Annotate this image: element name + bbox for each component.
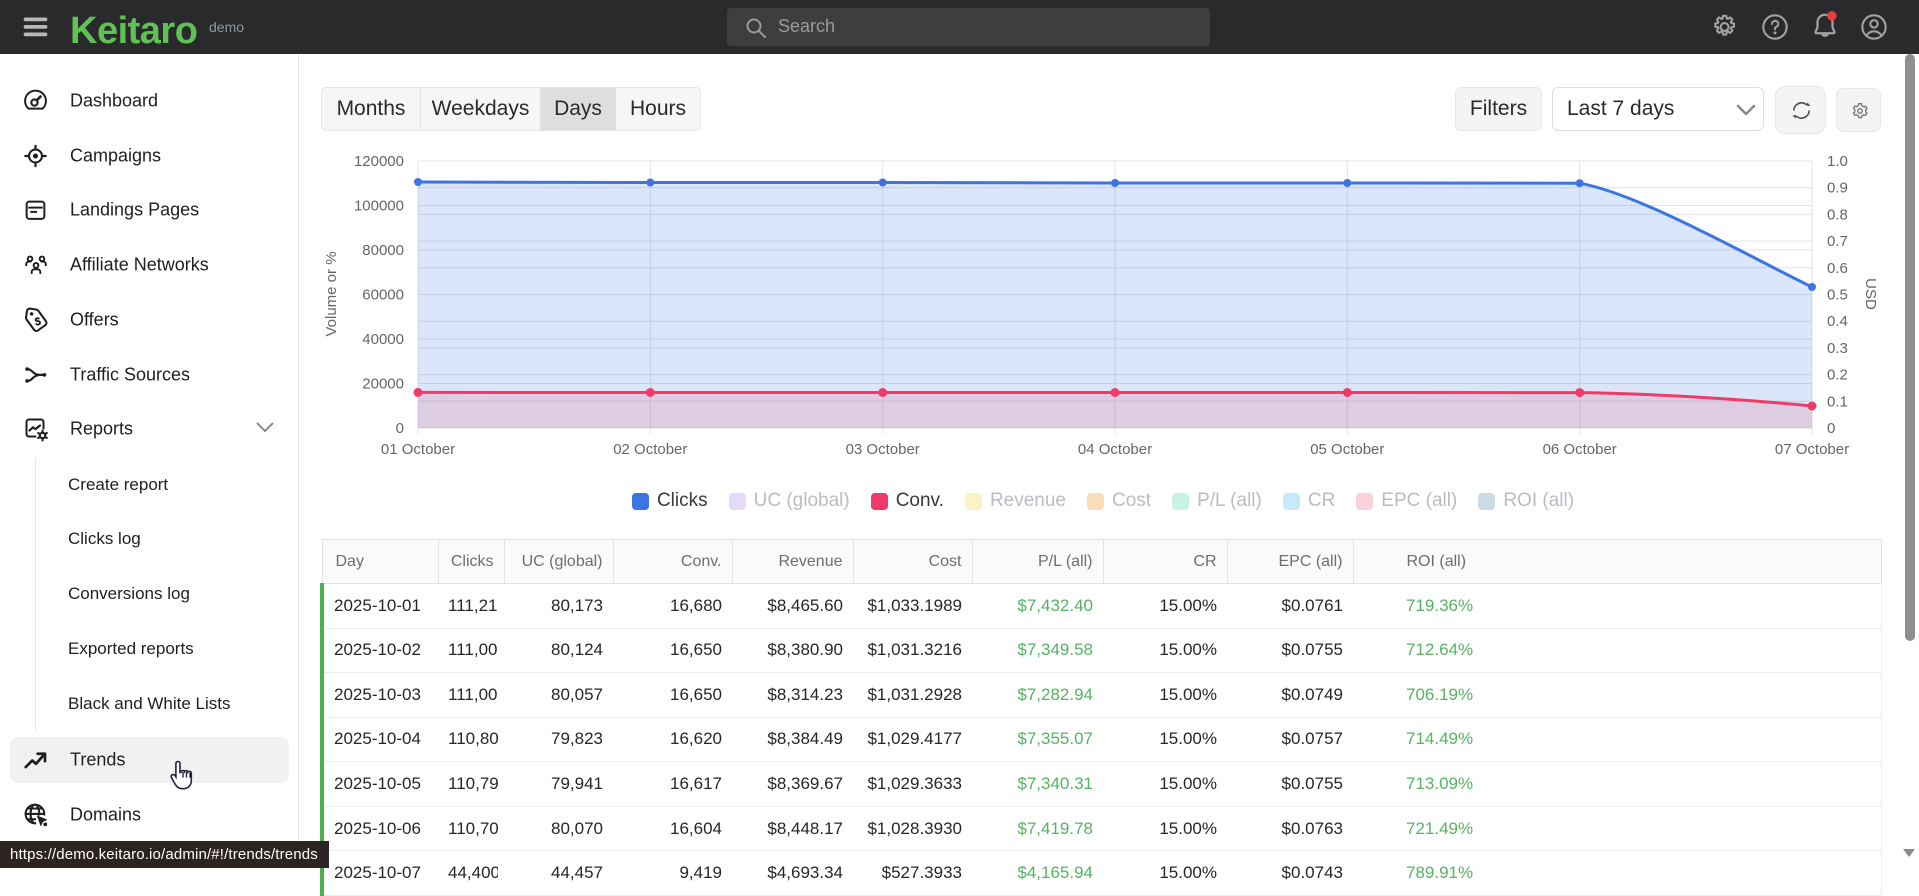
svg-text:120000: 120000 (354, 153, 404, 170)
svg-text:01 October: 01 October (381, 441, 455, 458)
svg-text:05 October: 05 October (1310, 441, 1384, 458)
svg-text:0.1: 0.1 (1827, 393, 1848, 410)
svg-text:03 October: 03 October (846, 441, 920, 458)
svg-text:1.0: 1.0 (1827, 153, 1848, 170)
svg-text:20000: 20000 (362, 376, 404, 393)
svg-text:0: 0 (396, 420, 404, 437)
svg-text:0.5: 0.5 (1827, 287, 1848, 304)
svg-text:0.8: 0.8 (1827, 206, 1848, 223)
svg-text:60000: 60000 (362, 287, 404, 304)
svg-text:0.7: 0.7 (1827, 233, 1848, 250)
svg-text:Volume or %: Volume or % (323, 251, 340, 336)
svg-text:06 October: 06 October (1543, 441, 1617, 458)
svg-text:40000: 40000 (362, 331, 404, 348)
svg-text:0: 0 (1827, 420, 1835, 437)
svg-text:0.6: 0.6 (1827, 260, 1848, 277)
svg-text:04 October: 04 October (1078, 441, 1152, 458)
svg-text:0.4: 0.4 (1827, 313, 1848, 330)
svg-text:80000: 80000 (362, 242, 404, 259)
svg-text:100000: 100000 (354, 198, 404, 215)
svg-text:02 October: 02 October (613, 441, 687, 458)
svg-text:0.2: 0.2 (1827, 367, 1848, 384)
svg-text:USD: USD (1862, 278, 1879, 310)
svg-text:0.3: 0.3 (1827, 340, 1848, 357)
svg-text:07 October: 07 October (1775, 441, 1849, 458)
svg-text:0.9: 0.9 (1827, 180, 1848, 197)
